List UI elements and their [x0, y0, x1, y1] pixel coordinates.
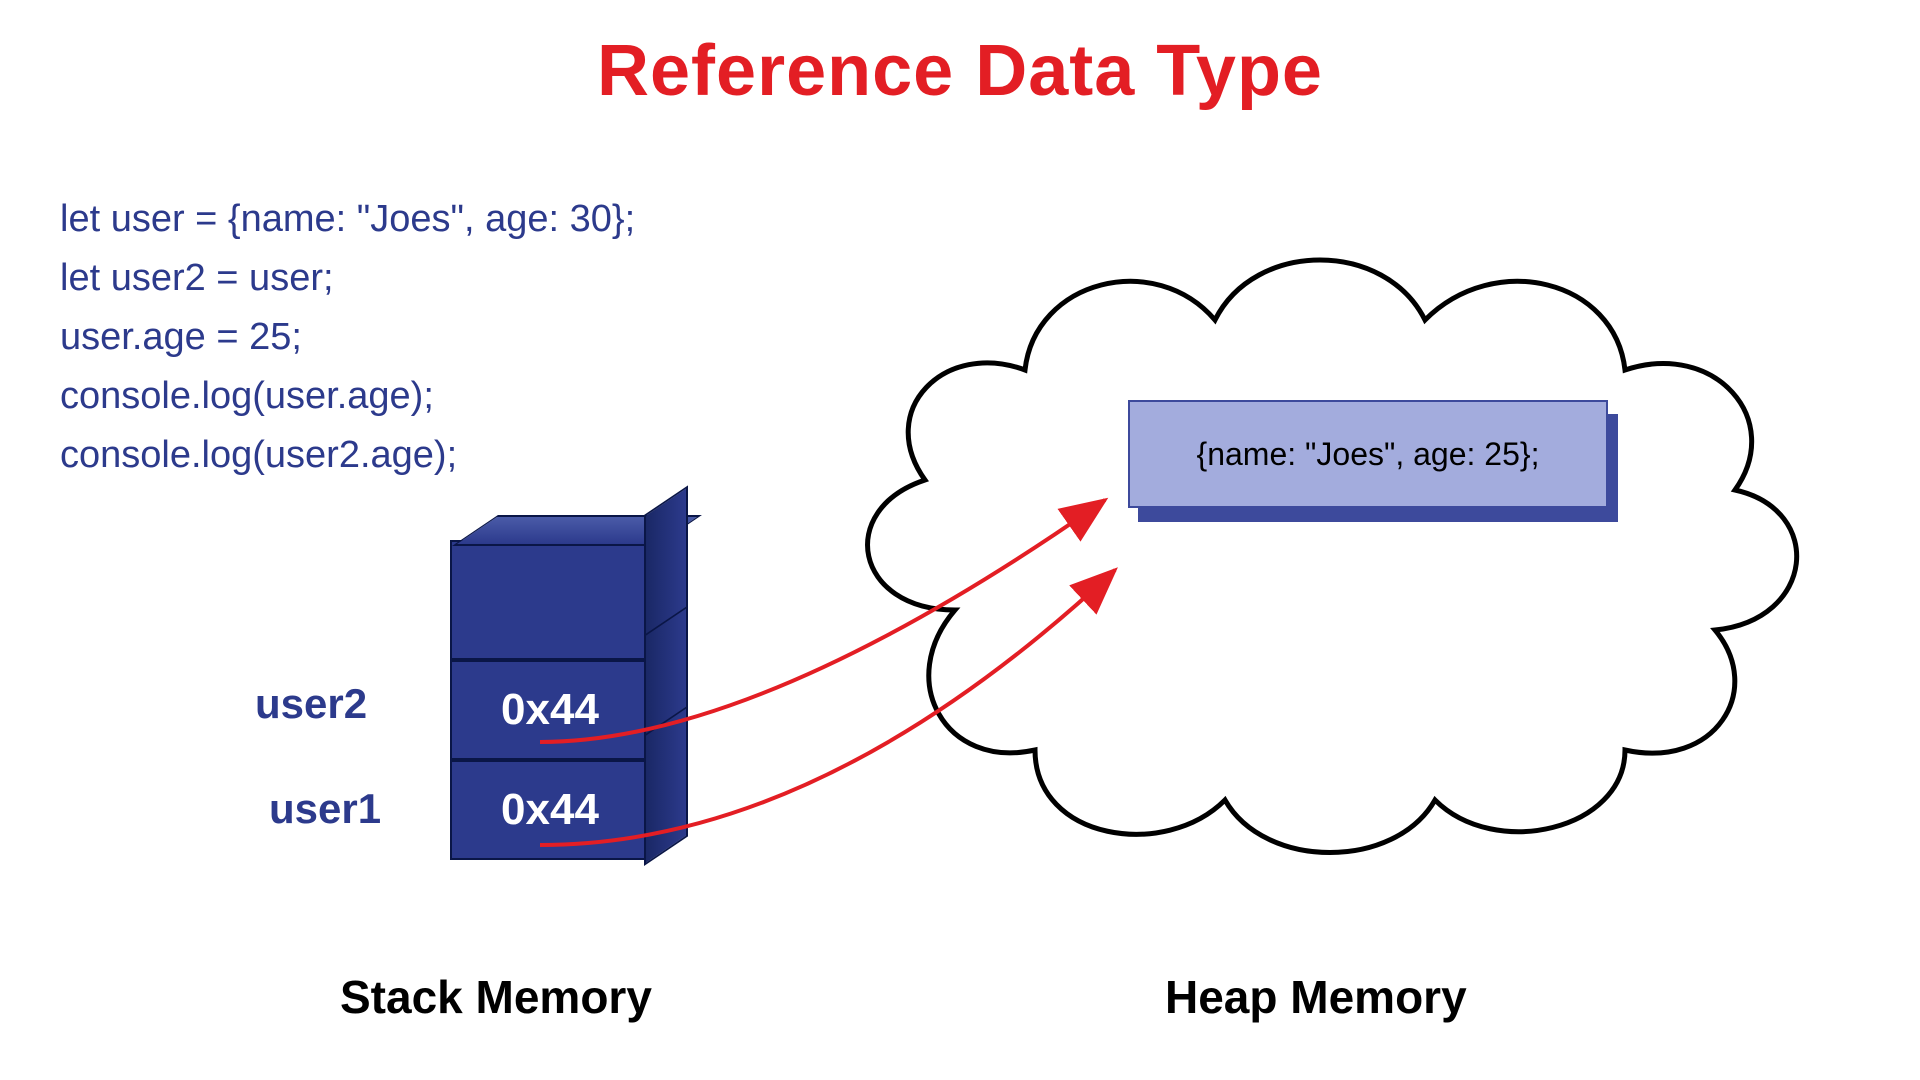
code-line-1: let user = {name: "Joes", age: 30};	[60, 190, 635, 249]
stack-label-user2: user2	[255, 680, 367, 728]
code-line-3: user.age = 25;	[60, 308, 635, 367]
code-line-4: console.log(user.age);	[60, 367, 635, 426]
code-line-2: let user2 = user;	[60, 249, 635, 308]
heap-cloud-icon	[795, 190, 1875, 870]
code-line-5: console.log(user2.age);	[60, 426, 635, 485]
heap-memory-label: Heap Memory	[1165, 970, 1467, 1024]
stack-slot-user2: 0x44	[450, 660, 650, 760]
stack-memory-label: Stack Memory	[340, 970, 652, 1024]
stack-slot-user1: 0x44	[450, 760, 650, 860]
heap-object-box: {name: "Joes", age: 25};	[1128, 400, 1608, 508]
stack-label-user1: user1	[269, 785, 381, 833]
code-block: let user = {name: "Joes", age: 30}; let …	[60, 190, 635, 484]
diagram-title: Reference Data Type	[0, 30, 1920, 112]
stack-top-empty	[450, 540, 650, 660]
